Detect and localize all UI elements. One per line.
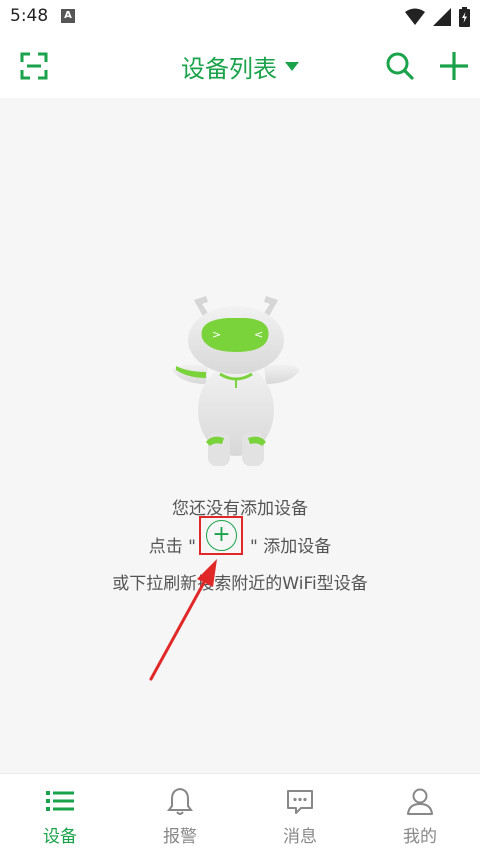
dropdown-icon: [285, 61, 299, 71]
nav-label: 我的: [403, 827, 437, 847]
signal-icon: [433, 8, 451, 26]
nav-item-alarms[interactable]: 报警: [120, 774, 240, 853]
list-icon: [46, 791, 74, 811]
nav-item-profile[interactable]: 我的: [360, 774, 480, 853]
robot-illustration: > <: [172, 296, 300, 466]
status-time: 5:48: [10, 6, 49, 26]
battery-icon: [459, 7, 470, 27]
nav-label: 设备: [43, 827, 77, 847]
empty-hint: 或下拉刷新搜索附近的WiFi型设备: [112, 574, 368, 594]
status-icons: [405, 7, 470, 27]
page-title: 设备列表: [181, 55, 277, 83]
add-icon[interactable]: [438, 50, 470, 82]
message-icon: [287, 790, 313, 814]
svg-text:<: <: [254, 328, 263, 341]
search-icon[interactable]: [385, 51, 415, 81]
user-icon: [407, 788, 433, 815]
nav-item-messages[interactable]: 消息: [240, 774, 360, 853]
status-bar: 5:48 A: [0, 0, 480, 34]
instruction-suffix: " 添加设备: [250, 537, 332, 557]
bell-icon: [167, 787, 193, 815]
instruction-prefix: 点击 ": [148, 537, 196, 557]
highlight-box: +: [199, 516, 243, 555]
nav-label: 消息: [283, 827, 317, 847]
red-arrow-annotation: [149, 559, 217, 681]
app-bar: 设备列表: [0, 34, 480, 98]
plus-circle-icon: +: [206, 520, 237, 551]
wifi-icon: [405, 8, 425, 25]
nav-label: 报警: [163, 827, 197, 847]
bottom-nav: 设备 报警 消息 我的: [0, 773, 480, 853]
nav-item-devices[interactable]: 设备: [0, 774, 120, 853]
device-list-title[interactable]: 设备列表: [181, 49, 299, 84]
notification-icon: A: [61, 9, 75, 23]
svg-text:>: >: [212, 328, 221, 341]
